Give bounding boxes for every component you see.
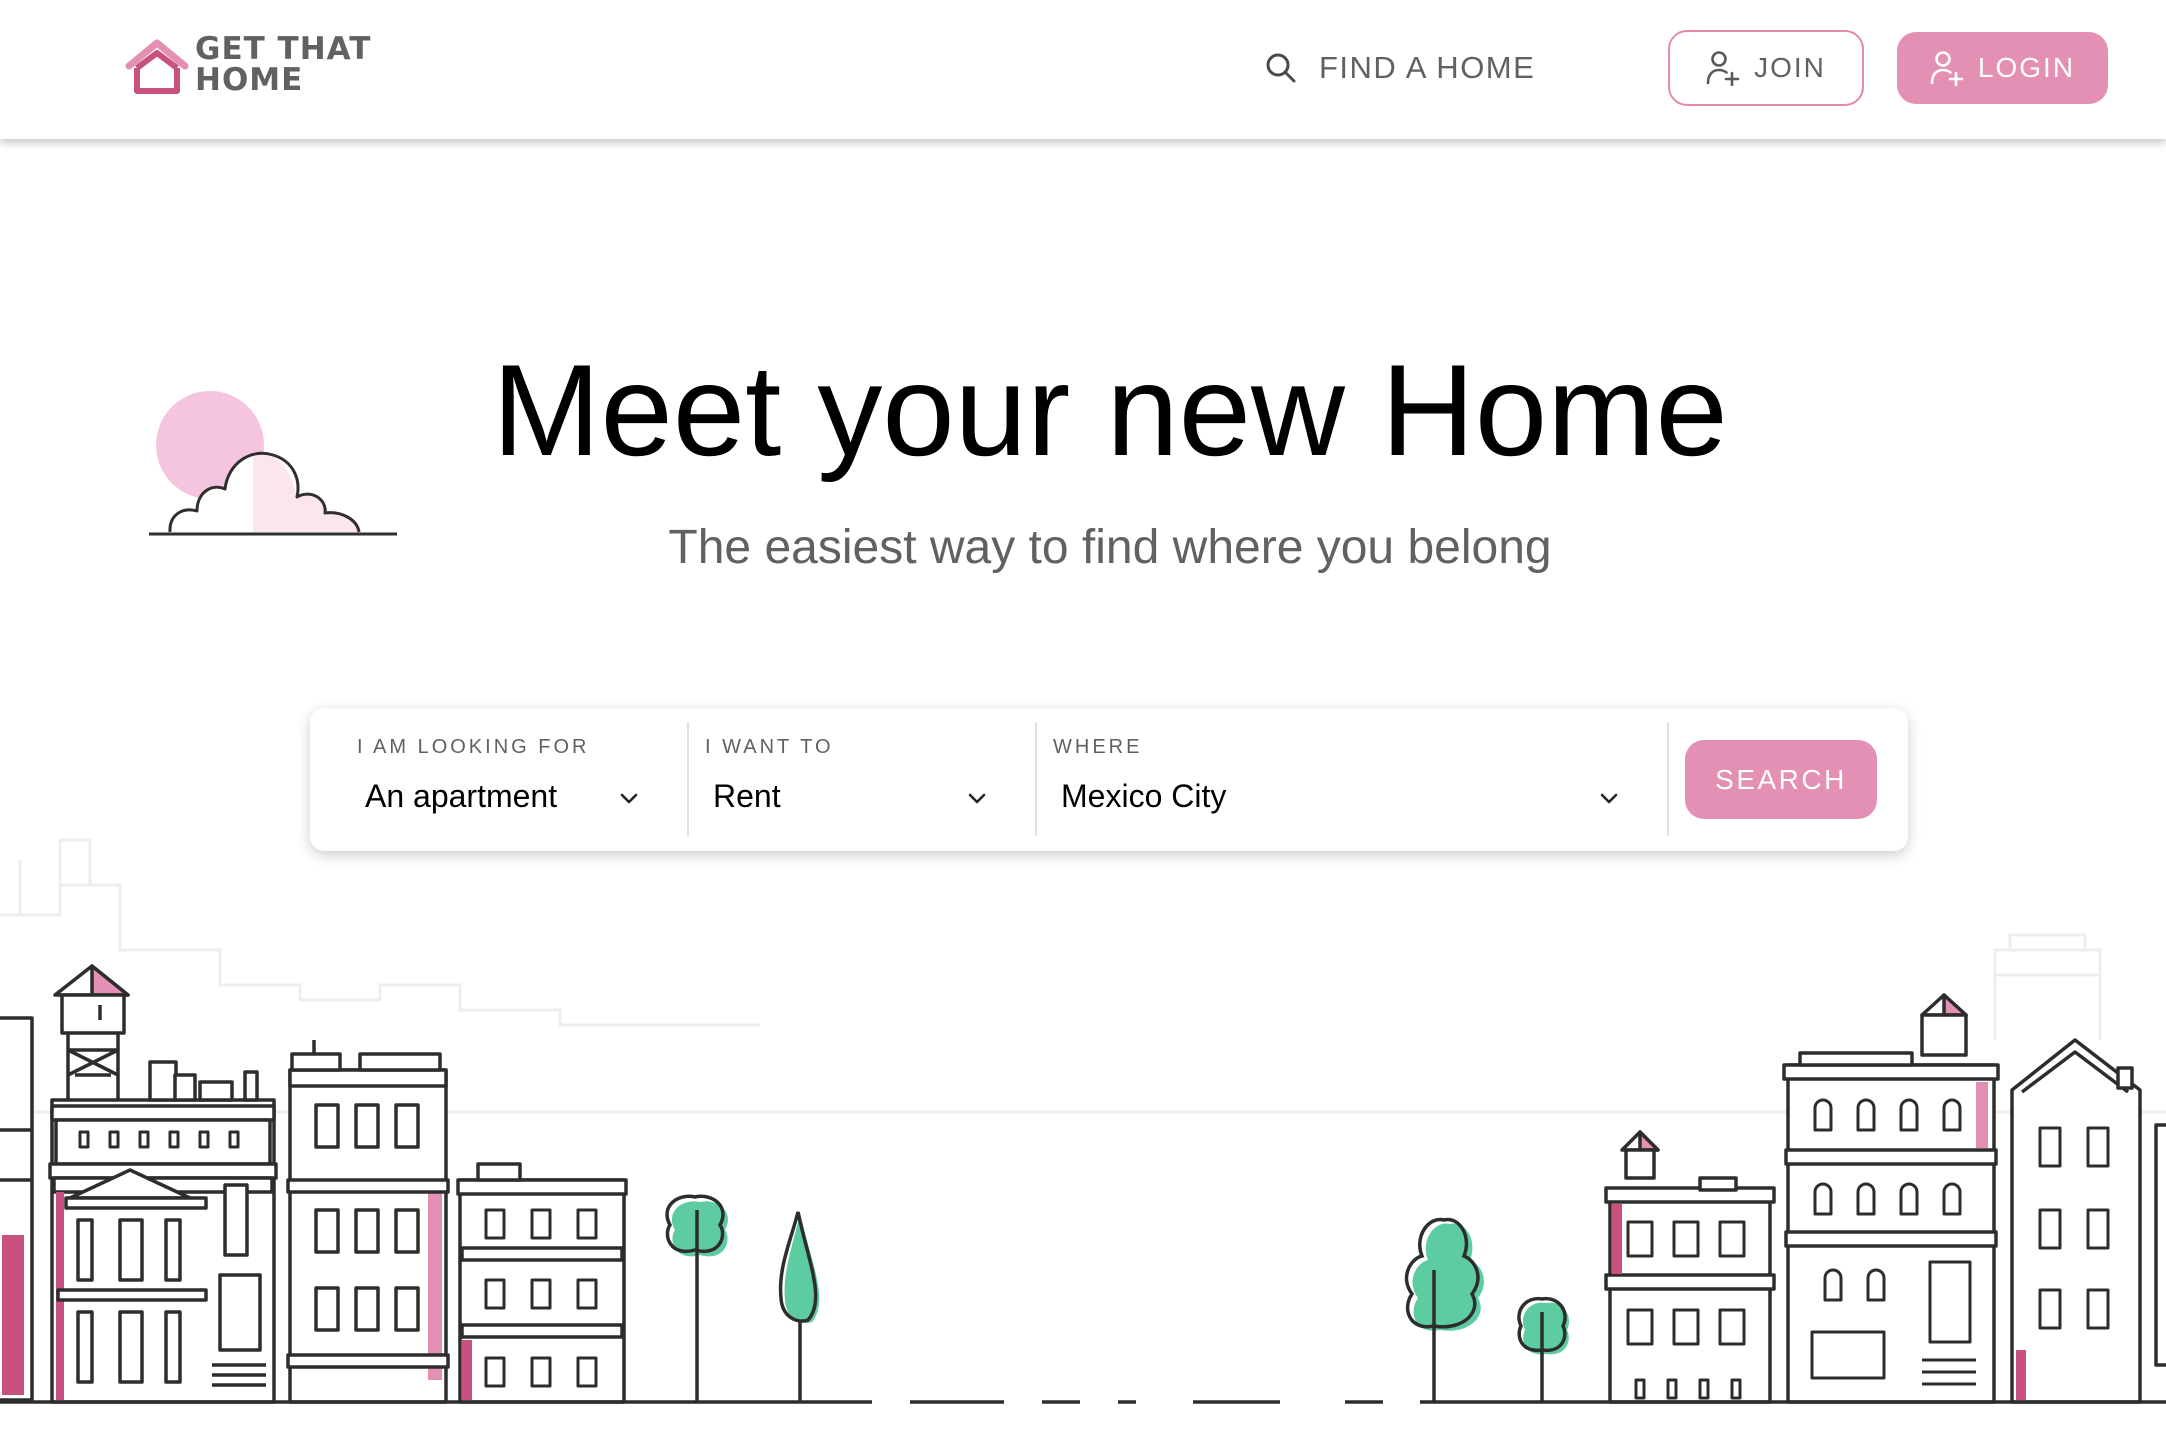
field-divider [1667, 722, 1669, 836]
logo-text: GET THAT HOME [195, 34, 385, 96]
hero-title: Meet your new Home [492, 337, 1728, 483]
user-plus-icon [1930, 51, 1964, 86]
left-buildings [0, 964, 628, 1404]
find-home-label: FIND A HOME [1319, 50, 1536, 85]
login-label: LOGIN [1977, 52, 2076, 83]
search-bar: I AM LOOKING FOR An apartment I WANT TO … [310, 708, 1908, 851]
location-value: Mexico City [1061, 778, 1227, 814]
chevron-down-icon [968, 793, 986, 804]
search-button-label: SEARCH [1715, 763, 1847, 795]
location-label: WHERE [1053, 736, 1143, 758]
operation-label: I WANT TO [705, 736, 834, 758]
trees-left [665, 1194, 820, 1402]
property-type-select[interactable]: I AM LOOKING FOR An apartment [310, 722, 687, 836]
user-plus-icon [1706, 51, 1740, 86]
search-button[interactable]: SEARCH [1685, 740, 1877, 819]
top-navbar: GET THAT HOME FIND A HOME JOIN LOGIN [0, 0, 2166, 139]
logo-line-1: GET THAT [195, 31, 372, 67]
property-type-label: I AM LOOKING FOR [357, 736, 590, 758]
hero-subtitle: The easiest way to find where you belong [668, 521, 1552, 574]
operation-value: Rent [713, 778, 781, 814]
location-select[interactable]: WHERE Mexico City [1036, 722, 1666, 836]
city-skyline-illustration [0, 838, 2166, 1404]
right-buildings [1604, 993, 2166, 1404]
search-icon [1266, 53, 1296, 83]
house-logo-icon [125, 39, 189, 94]
logo-line-2: HOME [195, 62, 304, 98]
find-home-link[interactable]: FIND A HOME [1265, 44, 1535, 92]
login-button[interactable]: LOGIN [1897, 32, 2108, 104]
chevron-down-icon [620, 793, 638, 804]
trees-right [1404, 1217, 1570, 1402]
join-button[interactable]: JOIN [1668, 30, 1864, 106]
operation-select[interactable]: I WANT TO Rent [688, 722, 1035, 836]
chevron-down-icon [1600, 793, 1618, 804]
join-label: JOIN [1754, 52, 1826, 83]
property-type-value: An apartment [365, 778, 558, 814]
logo[interactable]: GET THAT HOME [125, 34, 385, 100]
